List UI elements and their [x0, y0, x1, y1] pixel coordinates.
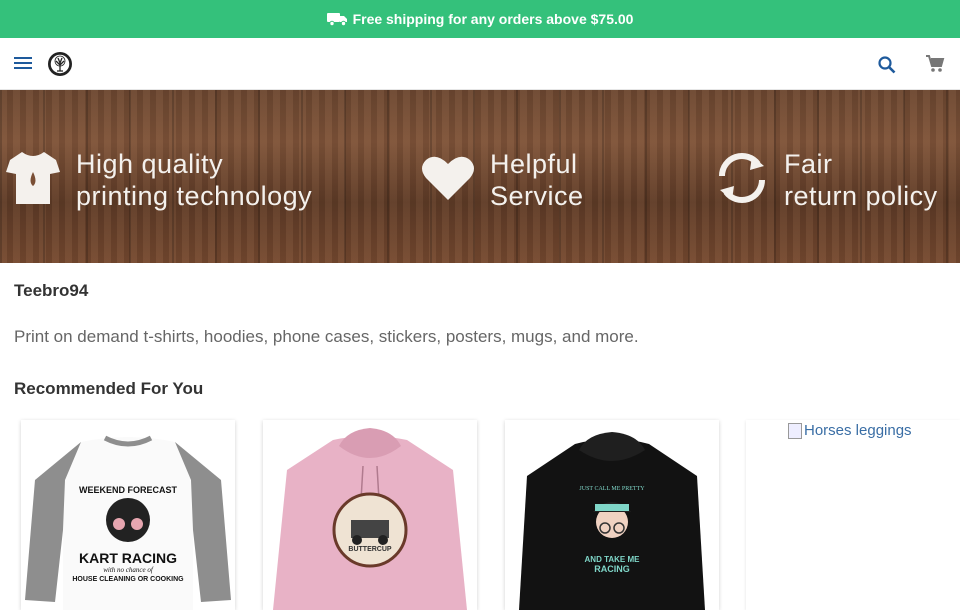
product-print-text: WEEKEND FORECAST: [79, 485, 178, 495]
feature-title: Fair: [784, 149, 833, 179]
product-print-text: RACING: [594, 564, 630, 574]
refresh-icon: [719, 153, 765, 203]
site-header: [0, 38, 960, 90]
product-image-raglan-shirt[interactable]: WEEKEND FORECAST KART RACING with no cha…: [21, 420, 235, 610]
broken-image-icon: [788, 422, 802, 439]
product-image-pink-hoodie[interactable]: BUTTERCUP: [263, 420, 477, 610]
product-card[interactable]: Horses leggings: [746, 420, 960, 610]
recommended-heading: Recommended For You: [14, 379, 204, 398]
cart-icon[interactable]: [924, 53, 946, 75]
product-card[interactable]: JUST CALL ME PRETTY AND TAKE ME RACING: [505, 420, 719, 610]
feature-service: Helpful Service: [418, 148, 584, 212]
feature-subtitle: Service: [490, 181, 584, 211]
heart-icon: [422, 156, 474, 200]
feature-title: High quality: [76, 149, 224, 179]
feature-title: Helpful: [490, 149, 578, 179]
truck-icon: [326, 13, 347, 26]
product-print-text: BUTTERCUP: [348, 546, 391, 553]
product-print-text: JUST CALL ME PRETTY: [579, 486, 645, 492]
feature-subtitle: printing technology: [76, 181, 313, 211]
feature-printing: High quality printing technology: [4, 148, 312, 212]
store-name: Teebro94: [14, 281, 89, 300]
product-image-black-hoodie[interactable]: JUST CALL ME PRETTY AND TAKE ME RACING: [505, 420, 719, 610]
feature-subtitle: return policy: [784, 181, 938, 211]
image-alt-text: Horses leggings: [804, 422, 912, 439]
store-description: Print on demand t-shirts, hoodies, phone…: [14, 327, 639, 346]
announcement-text: Free shipping for any orders above $75.0…: [352, 11, 634, 27]
announcement-bar: Free shipping for any orders above $75.0…: [0, 0, 960, 38]
product-card[interactable]: BUTTERCUP: [263, 420, 477, 610]
search-icon[interactable]: [876, 54, 898, 76]
features-banner: High quality printing technology Helpful S…: [0, 90, 960, 263]
menu-icon[interactable]: [14, 54, 36, 74]
product-print-text: AND TAKE ME: [585, 555, 641, 564]
product-print-text: with no chance of: [103, 566, 154, 574]
tshirt-icon: [6, 152, 60, 204]
product-print-text: HOUSE CLEANING OR COOKING: [72, 576, 184, 583]
product-card[interactable]: WEEKEND FORECAST KART RACING with no cha…: [21, 420, 235, 610]
feature-returns: Fair return policy: [712, 148, 938, 212]
broken-image[interactable]: Horses leggings: [788, 422, 912, 439]
product-print-text: KART RACING: [79, 550, 177, 566]
tree-logo-icon[interactable]: [48, 52, 72, 76]
